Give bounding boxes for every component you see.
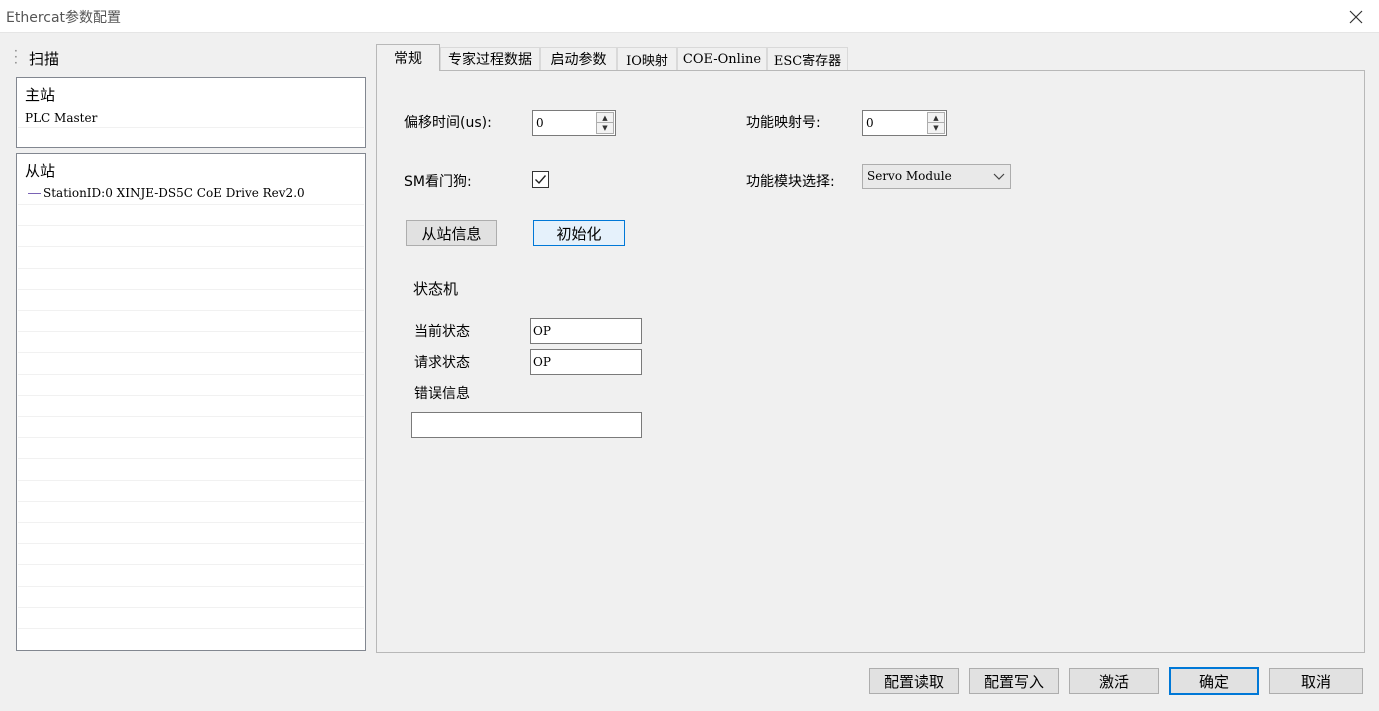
row-separator <box>18 374 364 375</box>
current-state-field[interactable]: OP <box>530 318 642 344</box>
init-button[interactable]: 初始化 <box>533 220 625 246</box>
current-state-value: OP <box>533 324 551 338</box>
read-config-button[interactable]: 配置读取 <box>869 668 959 694</box>
func-map-spinner[interactable]: 0 ▲ ▼ <box>862 110 947 136</box>
general-tab-page <box>376 70 1365 653</box>
scan-button[interactable]: 扫描 <box>29 48 59 69</box>
scan-toolbar: · · · 扫描 <box>10 44 368 70</box>
cancel-button[interactable]: 取消 <box>1269 668 1363 694</box>
row-separator <box>18 204 364 205</box>
window-title: Ethercat参数配置 <box>6 10 122 26</box>
sm-watchdog-checkbox[interactable] <box>532 171 549 188</box>
grip-icon: · · · <box>14 44 18 70</box>
row-separator <box>18 225 364 226</box>
current-state-label: 当前状态 <box>414 324 470 340</box>
row-separator <box>18 352 364 353</box>
slave-tree-item[interactable]: StationID:0 XINJE-DS5C CoE Drive Rev2.0 <box>28 186 305 200</box>
spin-down-icon[interactable]: ▼ <box>597 123 613 133</box>
sm-watchdog-label: SM看门狗: <box>404 174 472 190</box>
request-state-field[interactable]: OP <box>530 349 642 375</box>
tab-coe-online[interactable]: COE-Online <box>677 47 767 70</box>
error-info-label: 错误信息 <box>414 386 470 402</box>
tree-line-icon <box>28 192 41 194</box>
slave-panel: 从站 StationID:0 XINJE-DS5C CoE Drive Rev2… <box>16 153 366 651</box>
master-panel: 主站 PLC Master <box>16 77 366 148</box>
row-separator <box>18 246 364 247</box>
close-button[interactable] <box>1343 4 1369 30</box>
offset-time-value: 0 <box>536 116 544 130</box>
func-module-value: Servo Module <box>867 169 952 183</box>
row-separator <box>18 586 364 587</box>
spin-up-icon[interactable]: ▲ <box>597 113 613 123</box>
close-icon <box>1349 10 1363 24</box>
spin-down-icon[interactable]: ▼ <box>928 123 944 133</box>
row-separator <box>18 564 364 565</box>
row-separator <box>18 416 364 417</box>
spin-up-icon[interactable]: ▲ <box>928 113 944 123</box>
offset-time-spinner[interactable]: 0 ▲ ▼ <box>532 110 616 136</box>
slave-heading: 从站 <box>25 162 56 180</box>
ok-button[interactable]: 确定 <box>1169 667 1259 695</box>
activate-button[interactable]: 激活 <box>1069 668 1159 694</box>
row-separator <box>18 268 364 269</box>
row-separator <box>18 522 364 523</box>
row-separator <box>18 289 364 290</box>
tab-esc-registers[interactable]: ESC寄存器 <box>767 47 848 70</box>
write-config-button[interactable]: 配置写入 <box>969 668 1059 694</box>
tab-startup-parameters[interactable]: 启动参数 <box>540 47 617 70</box>
row-separator <box>18 628 364 629</box>
func-module-select[interactable]: Servo Module <box>862 164 1011 189</box>
func-map-value: 0 <box>866 116 874 130</box>
row-separator <box>18 607 364 608</box>
tab-io-mapping[interactable]: IO映射 <box>617 47 677 70</box>
title-bar: Ethercat参数配置 <box>0 0 1379 33</box>
offset-time-label: 偏移时间(us): <box>404 115 492 131</box>
chevron-down-icon <box>993 173 1005 180</box>
tab-general[interactable]: 常规 <box>376 44 440 71</box>
request-state-value: OP <box>533 355 551 369</box>
row-separator <box>18 501 364 502</box>
row-separator <box>18 310 364 311</box>
row-separator <box>18 331 364 332</box>
request-state-label: 请求状态 <box>414 355 470 371</box>
row-separator <box>18 437 364 438</box>
tab-expert-process-data[interactable]: 专家过程数据 <box>440 47 540 70</box>
func-module-label: 功能模块选择: <box>746 174 835 190</box>
row-separator <box>18 543 364 544</box>
row-separator <box>18 480 364 481</box>
slave-info-button[interactable]: 从站信息 <box>406 220 497 246</box>
checkmark-icon <box>535 175 547 185</box>
row-separator <box>18 458 364 459</box>
state-machine-label: 状态机 <box>413 280 459 298</box>
row-separator <box>18 395 364 396</box>
func-map-label: 功能映射号: <box>746 115 821 131</box>
master-heading: 主站 <box>25 86 56 104</box>
slave-item-label: StationID:0 XINJE-DS5C CoE Drive Rev2.0 <box>43 186 305 200</box>
master-item[interactable]: PLC Master <box>25 111 97 125</box>
error-info-field[interactable] <box>411 412 642 438</box>
